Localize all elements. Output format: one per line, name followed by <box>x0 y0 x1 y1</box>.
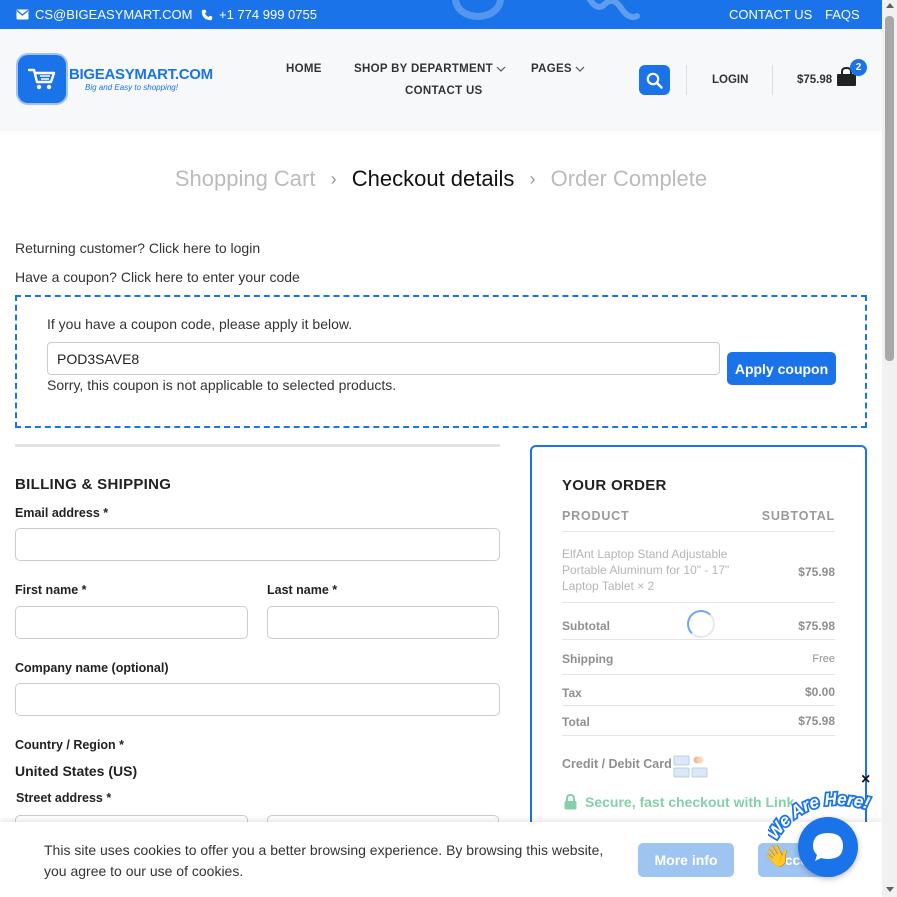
coupon-form: If you have a coupon code, please apply … <box>15 295 867 428</box>
chevron-down-icon <box>575 66 585 72</box>
logo-tagline: Big and Easy to shopping! <box>85 83 178 92</box>
site-header: BIGEASYMART.COM Big and Easy to shopping… <box>0 29 882 131</box>
search-icon <box>646 72 663 89</box>
envelope-icon <box>16 9 29 20</box>
apply-coupon-button[interactable]: Apply coupon <box>727 352 836 385</box>
coupon-lead-text: If you have a coupon code, please apply … <box>47 316 353 332</box>
chat-bubble-icon <box>813 833 843 861</box>
company-name-label: Company name (optional) <box>15 661 169 675</box>
coupon-code-input[interactable] <box>47 342 720 375</box>
breadcrumb-order-complete: Order Complete <box>550 166 708 192</box>
topbar-faqs-link[interactable]: FAQS <box>825 7 860 22</box>
product-qty: × 2 <box>637 579 655 593</box>
subtotal-value: $75.98 <box>798 619 835 633</box>
chat-launcher-button[interactable] <box>798 817 858 877</box>
nav-contact-us[interactable]: CONTACT US <box>405 85 483 97</box>
last-name-field[interactable] <box>267 606 499 639</box>
loading-spinner-icon <box>687 610 715 638</box>
tax-label: Tax <box>562 686 582 700</box>
order-product-name: ElfAnt Laptop Stand Adjustable Portable … <box>562 546 747 594</box>
nav-home[interactable]: HOME <box>286 63 322 75</box>
tax-value: $0.00 <box>804 685 835 699</box>
chevron-down-icon <box>496 66 506 72</box>
header-divider <box>686 65 687 95</box>
payment-method-credit-card[interactable]: Credit / Debit Card <box>562 757 672 771</box>
order-divider <box>562 531 835 532</box>
order-divider <box>562 705 835 706</box>
email-label: Email address * <box>15 506 109 520</box>
nav-home-label: HOME <box>286 63 322 75</box>
topbar-email[interactable]: CS@BIGEASYMART.COM <box>16 7 192 22</box>
order-divider <box>562 602 835 603</box>
link-secure-checkout[interactable]: Secure, fast checkout with Link <box>564 794 794 810</box>
decorative-squiggle <box>586 0 640 20</box>
nav-shop-by-department[interactable]: SHOP BY DEPARTMENT <box>354 63 506 75</box>
returning-customer-notice[interactable]: Returning customer? Click here to login <box>15 240 260 256</box>
scroll-up-arrow-icon[interactable] <box>886 3 894 8</box>
page-scrollbar[interactable] <box>882 0 897 897</box>
product-price: $75.98 <box>798 565 835 579</box>
card-brand-icons <box>673 755 708 778</box>
breadcrumb-checkout-details[interactable]: Checkout details <box>352 166 515 191</box>
nav-pages-label: PAGES <box>531 63 572 75</box>
country-value[interactable]: United States (US) <box>15 763 137 779</box>
total-value: $75.98 <box>798 714 835 728</box>
checkout-breadcrumb: Shopping Cart › Checkout details › Order… <box>0 165 882 192</box>
first-name-label: First name * <box>15 583 87 597</box>
payment-method-label: Credit / Debit Card <box>562 757 672 771</box>
billing-title: BILLING & SHIPPING <box>15 476 172 493</box>
email-field[interactable] <box>15 528 500 561</box>
site-logo[interactable]: BIGEASYMART.COM Big and Easy to shopping… <box>18 55 213 103</box>
top-bar: CS@BIGEASYMART.COM +1 774 999 0755 CONTA… <box>0 0 882 29</box>
shipping-value: Free <box>812 653 835 665</box>
cart-count-badge: 2 <box>850 59 867 76</box>
last-name-label: Last name * <box>267 583 338 597</box>
logo-name: BIGEASYMART.COM <box>69 66 213 83</box>
secure-checkout-text: Secure, fast checkout with Link <box>585 794 795 810</box>
cookie-more-info-button[interactable]: More info <box>638 843 734 877</box>
cart-total[interactable]: $75.98 <box>797 74 832 86</box>
scroll-down-arrow-icon[interactable] <box>886 887 894 892</box>
header-divider <box>772 65 773 95</box>
first-name-field[interactable] <box>15 606 248 639</box>
topbar-contact-link[interactable]: CONTACT US <box>729 7 812 22</box>
chevron-right-icon: › <box>330 168 337 189</box>
order-divider <box>562 735 835 736</box>
waving-hand-icon: 👋 <box>763 843 791 868</box>
scrollbar-thumb[interactable] <box>885 16 894 361</box>
chevron-right-icon: › <box>529 168 536 189</box>
cookie-text: This site uses cookies to offer you a be… <box>44 842 604 879</box>
total-label: Total <box>562 715 590 729</box>
breadcrumb-shopping-cart[interactable]: Shopping Cart <box>175 166 316 191</box>
street-address-label: Street address * <box>16 791 112 805</box>
nav-pages[interactable]: PAGES <box>531 63 585 75</box>
coupon-error-message: Sorry, this coupon is not applicable to … <box>47 377 397 393</box>
nav-shop-label: SHOP BY DEPARTMENT <box>354 63 493 75</box>
topbar-phone[interactable]: +1 774 999 0755 <box>201 7 317 22</box>
cart-logo-icon <box>18 55 66 103</box>
shipping-label: Shipping <box>562 652 614 666</box>
nav-contact-label: CONTACT US <box>405 85 483 97</box>
cookie-banner: This site uses cookies to offer you a be… <box>0 822 882 897</box>
section-divider <box>15 444 500 447</box>
subtotal-label: Subtotal <box>562 619 610 633</box>
topbar-email-text: CS@BIGEASYMART.COM <box>35 7 193 22</box>
topbar-phone-text: +1 774 999 0755 <box>219 7 317 22</box>
order-divider <box>562 639 835 640</box>
login-link[interactable]: LOGIN <box>712 74 748 86</box>
coupon-notice[interactable]: Have a coupon? Click here to enter your … <box>15 269 300 285</box>
subtotal-column-header: SUBTOTAL <box>761 509 835 523</box>
lock-icon <box>564 794 577 810</box>
search-button[interactable] <box>639 65 670 95</box>
product-column-header: PRODUCT <box>562 509 630 523</box>
country-label: Country / Region * <box>15 738 125 752</box>
order-title: YOUR ORDER <box>562 477 667 494</box>
decorative-ring <box>452 0 504 20</box>
order-divider <box>562 674 835 675</box>
phone-icon <box>201 9 213 20</box>
company-name-field[interactable] <box>15 683 500 716</box>
